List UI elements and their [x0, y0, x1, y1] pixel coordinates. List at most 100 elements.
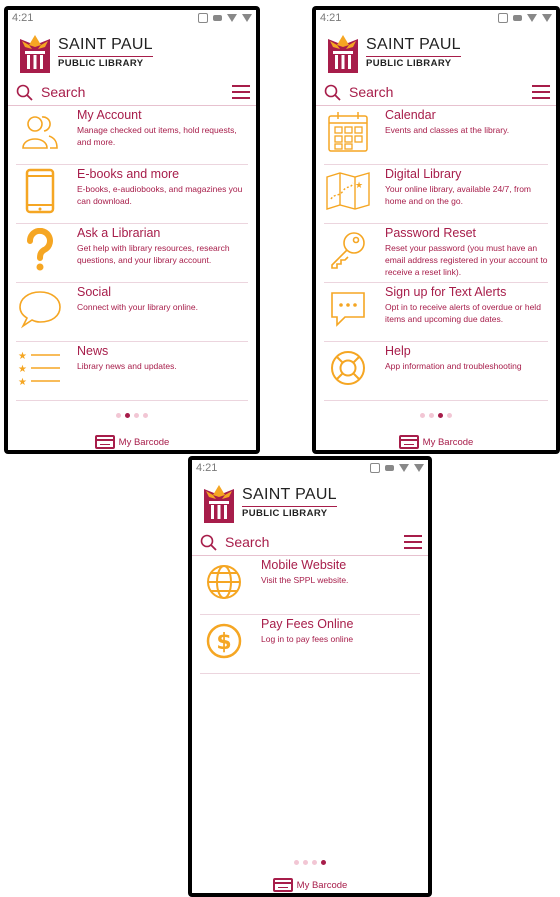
page-dot[interactable]: [303, 860, 308, 865]
library-name: SAINT PAUL PUBLIC LIBRARY: [58, 37, 153, 69]
page-dot[interactable]: [420, 413, 425, 418]
search-icon[interactable]: [16, 84, 33, 101]
alarm-icon: [197, 12, 208, 23]
page-dot[interactable]: [143, 413, 148, 418]
menu-item-title: Help: [385, 344, 411, 358]
my-barcode-button[interactable]: My Barcode: [8, 435, 256, 449]
menu-icon[interactable]: [532, 85, 550, 99]
page-dot[interactable]: [125, 413, 130, 418]
menu-item-title: Mobile Website: [261, 558, 347, 572]
search-input[interactable]: Search: [349, 84, 532, 100]
menu-item-help[interactable]: Help App information and troubleshooting: [324, 342, 548, 401]
library-logo-icon: [204, 485, 234, 523]
menu-item-description: Manage checked out items, hold requests,…: [77, 125, 237, 147]
library-name-line1: SAINT PAUL: [242, 486, 337, 504]
wifi-icon: [227, 13, 237, 22]
page-dot[interactable]: [294, 860, 299, 865]
wifi-icon: [399, 463, 409, 472]
search-bar[interactable]: Search: [316, 79, 556, 106]
page-dot[interactable]: [134, 413, 139, 418]
app-header: SAINT PAUL PUBLIC LIBRARY: [8, 25, 256, 77]
page-indicator: [8, 413, 256, 418]
menu-item-title: Ask a Librarian: [77, 226, 161, 240]
svg-text:★: ★: [18, 351, 27, 362]
phone-screenshot-1: 4:21 SAINT PAUL PUBLIC LIBRARY Search My…: [4, 6, 260, 454]
search-icon[interactable]: [324, 84, 341, 101]
search-bar[interactable]: Search: [192, 529, 428, 556]
menu-item-title: Password Reset: [385, 226, 477, 240]
menu-item-description: Get help with library resources, researc…: [77, 243, 230, 265]
dollar-icon: $: [200, 617, 248, 665]
app-header: SAINT PAUL PUBLIC LIBRARY: [192, 475, 428, 527]
svg-text:★: ★: [355, 181, 363, 191]
menu-item-title: Digital Library: [385, 167, 462, 181]
menu-item-text: E-books and more E-books, e-audiobooks, a…: [77, 167, 248, 207]
menu-item-text: Social Connect with your library online.: [77, 285, 248, 313]
menu-item-password-reset[interactable]: Password Reset Reset your password (you m…: [324, 224, 548, 283]
menu-item-description: Library news and updates.: [77, 361, 177, 371]
menu-item-my-account[interactable]: My Account Manage checked out items, hold…: [16, 106, 248, 165]
menu-item-social[interactable]: Social Connect with your library online.: [16, 283, 248, 342]
menu-item-description: Visit the SPPL website.: [261, 575, 349, 585]
signal-icon: [542, 13, 552, 22]
menu-item-news[interactable]: ★ ★ ★ News Library news and updates.: [16, 342, 248, 401]
menu-icon[interactable]: [232, 85, 250, 99]
menu-item-pay-fees-online[interactable]: $ Pay Fees Online Log in to pay fees onlin…: [200, 615, 420, 674]
page-dot[interactable]: [429, 413, 434, 418]
page-dot[interactable]: [312, 860, 317, 865]
menu-icon[interactable]: [404, 535, 422, 549]
menu-item-description: Your online library, available 24/7, fro…: [385, 184, 531, 206]
speech-bubble-icon: [16, 285, 64, 333]
menu-item-description: E-books, e-audiobooks, and magazines you…: [77, 184, 243, 206]
search-bar[interactable]: Search: [8, 79, 256, 106]
menu-item-description: Events and classes at the library.: [385, 125, 510, 135]
page-dot[interactable]: [447, 413, 452, 418]
status-icons: [497, 12, 552, 23]
map-icon: ★: [324, 167, 372, 215]
star-list-icon: ★ ★ ★: [16, 344, 64, 392]
menu-item-e-books-and-more[interactable]: E-books and more E-books, e-audiobooks, a…: [16, 165, 248, 224]
page-dot[interactable]: [321, 860, 326, 865]
barcode-card-icon: [398, 435, 419, 449]
lifebuoy-icon: [324, 344, 372, 392]
search-input[interactable]: Search: [41, 84, 232, 100]
svg-text:$: $: [216, 630, 231, 655]
search-icon[interactable]: [200, 534, 217, 551]
search-input[interactable]: Search: [225, 534, 404, 550]
menu-item-text: Mobile Website Visit the SPPL website.: [261, 558, 420, 586]
menu-item-digital-library[interactable]: ★ Digital Library Your online library, ava…: [324, 165, 548, 224]
library-name: SAINT PAUL PUBLIC LIBRARY: [366, 37, 461, 69]
chat-icon: [324, 285, 372, 333]
status-bar: 4:21: [8, 10, 256, 25]
status-bar: 4:21: [316, 10, 556, 25]
my-barcode-label: My Barcode: [118, 436, 170, 448]
my-barcode-button[interactable]: My Barcode: [192, 878, 428, 892]
menu-item-ask-a-librarian[interactable]: Ask a Librarian Get help with library res…: [16, 224, 248, 283]
menu-item-text: Ask a Librarian Get help with library res…: [77, 226, 248, 266]
library-name-line2: PUBLIC LIBRARY: [242, 506, 337, 519]
menu-item-text: Calendar Events and classes at the librar…: [385, 108, 548, 136]
library-name-line2: PUBLIC LIBRARY: [366, 56, 461, 69]
menu-item-calendar[interactable]: Calendar Events and classes at the librar…: [324, 106, 548, 165]
barcode-card-icon: [94, 435, 115, 449]
library-logo-icon: [328, 35, 358, 73]
menu-item-title: Calendar: [385, 108, 436, 122]
menu-item-description: App information and troubleshooting: [385, 361, 522, 371]
page-dot[interactable]: [116, 413, 121, 418]
menu-item-description: Connect with your library online.: [77, 302, 198, 312]
my-barcode-label: My Barcode: [422, 436, 474, 448]
question-icon: [16, 226, 64, 274]
status-time: 4:21: [320, 11, 342, 24]
menu-item-title: News: [77, 344, 109, 358]
library-name-line2: PUBLIC LIBRARY: [58, 56, 153, 69]
my-barcode-button[interactable]: My Barcode: [316, 435, 556, 449]
app-header: SAINT PAUL PUBLIC LIBRARY: [316, 25, 556, 77]
users-icon: [16, 108, 64, 156]
signal-icon: [414, 463, 424, 472]
menu-item-sign-up-for-text-alerts[interactable]: Sign up for Text Alerts Opt in to receive…: [324, 283, 548, 342]
badge-icon: [212, 14, 222, 21]
page-dot[interactable]: [438, 413, 443, 418]
menu-item-description: Opt in to receive alerts of overdue or h…: [385, 302, 541, 324]
menu-item-mobile-website[interactable]: Mobile Website Visit the SPPL website.: [200, 556, 420, 615]
app-screen: 4:21 SAINT PAUL PUBLIC LIBRARY: [316, 10, 556, 450]
